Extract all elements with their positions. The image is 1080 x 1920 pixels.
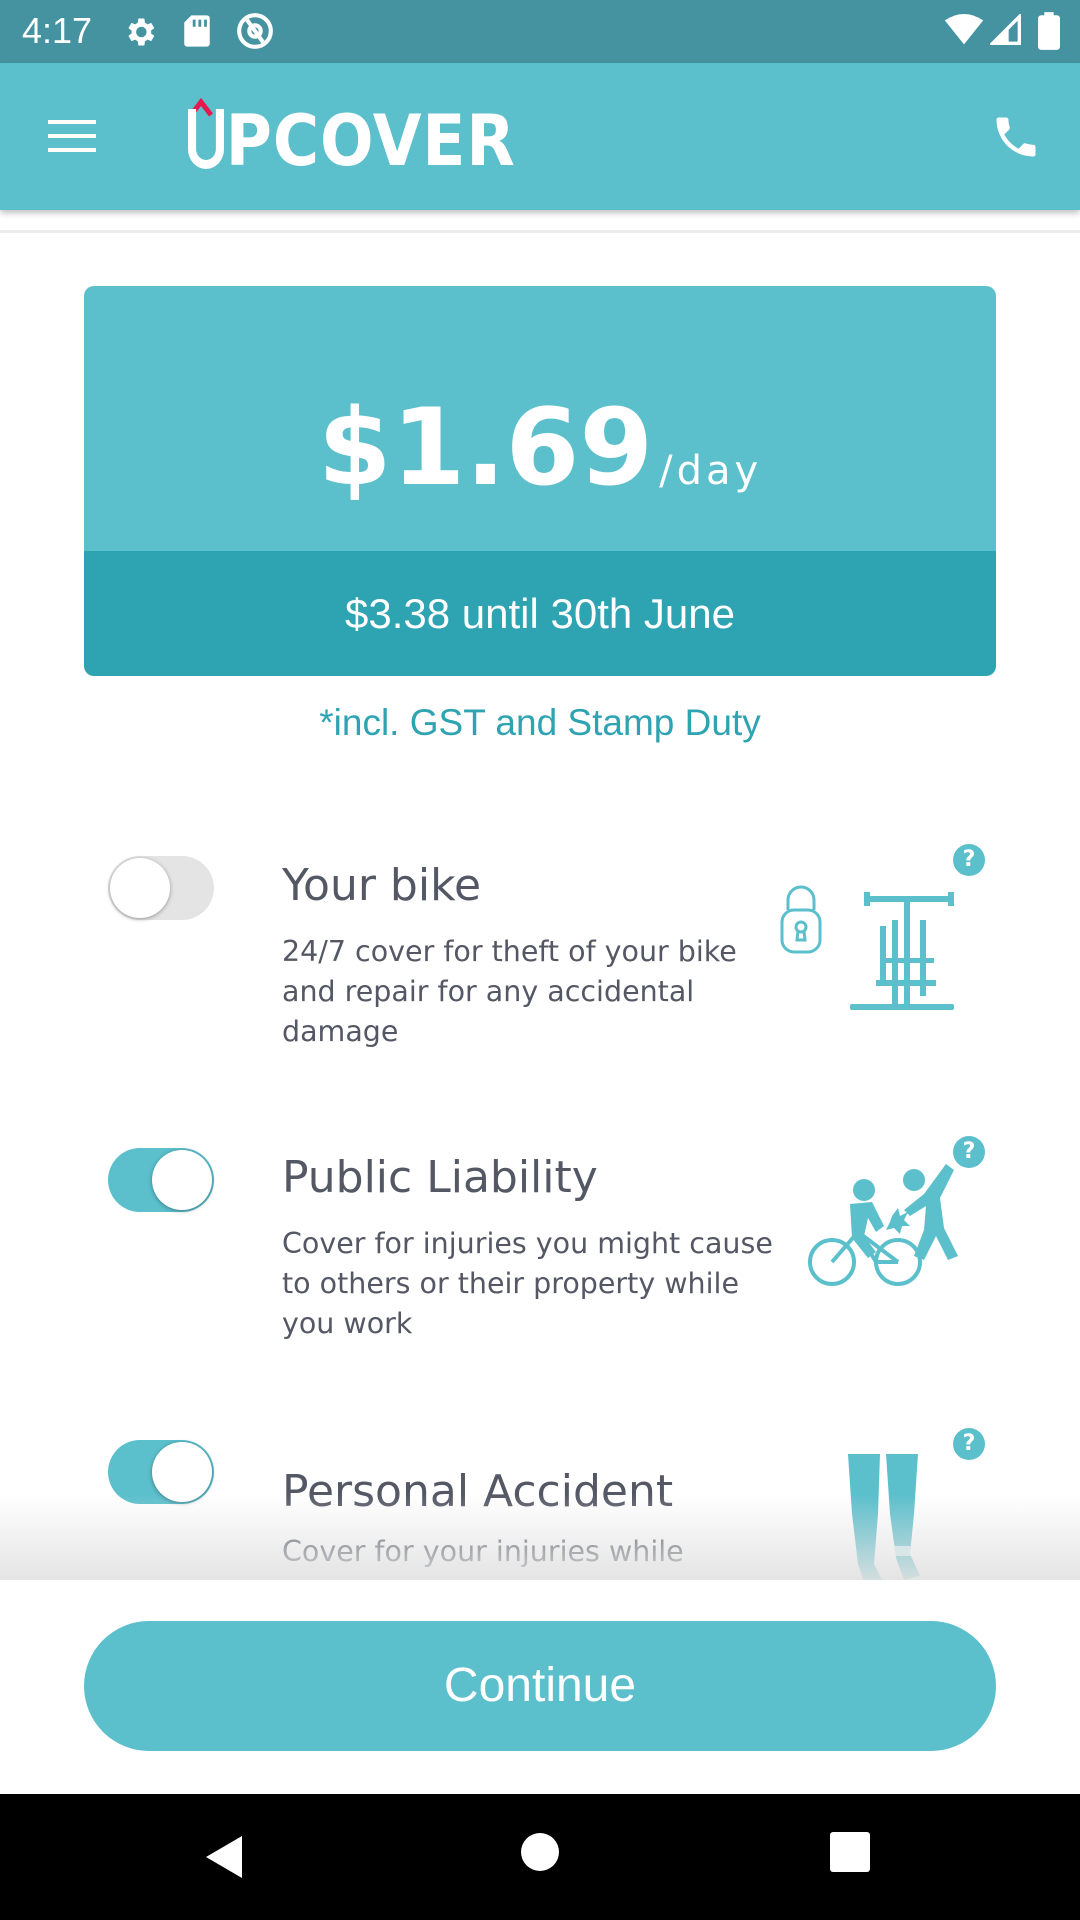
help-icon[interactable]: ? <box>953 1428 985 1460</box>
upcover-logo: PCOVER <box>188 97 552 181</box>
at-sign-icon <box>237 13 273 49</box>
gst-note: *incl. GST and Stamp Duty <box>319 702 761 743</box>
cover-item-public-liability: Public Liability Cover for injuries you … <box>0 1112 1080 1372</box>
cover-title: Personal Accident <box>282 1466 674 1517</box>
cover-item-your-bike: Your bike 24/7 cover for theft of your b… <box>0 820 1080 1070</box>
menu-icon[interactable] <box>46 118 100 154</box>
logo-u-letter <box>188 109 224 169</box>
price-unit: /day <box>659 448 763 494</box>
bottom-panel: Continue <box>0 1580 1080 1794</box>
status-time: 4:17 <box>22 10 93 51</box>
home-icon[interactable] <box>520 1832 560 1872</box>
toggle-knob <box>110 858 170 918</box>
status-bar: 4:17 <box>0 0 1080 63</box>
wifi-icon <box>944 14 984 45</box>
price-daily-section: $1.69/day <box>84 286 996 551</box>
signal-icon <box>990 14 1021 45</box>
recents-icon[interactable] <box>830 1832 870 1872</box>
public-liability-toggle[interactable] <box>108 1148 214 1212</box>
back-icon[interactable] <box>204 1834 244 1880</box>
battery-icon <box>1038 12 1060 50</box>
injured-legs-icon <box>848 1454 920 1582</box>
cover-title: Public Liability <box>282 1152 598 1203</box>
settings-gear-icon <box>128 18 155 46</box>
cover-title: Your bike <box>282 860 482 911</box>
your-bike-toggle[interactable] <box>108 856 214 920</box>
app-bar: PCOVER <box>0 63 1080 210</box>
cover-description: 24/7 cover for theft of your bike and re… <box>282 935 737 1048</box>
system-nav-bar <box>0 1794 1080 1920</box>
personal-accident-toggle[interactable] <box>108 1440 214 1504</box>
header-divider <box>0 230 1080 233</box>
price-amount: $1.69 <box>317 386 654 509</box>
continue-button[interactable]: Continue <box>84 1621 996 1751</box>
cyclist-collision-icon <box>808 1164 958 1286</box>
price-card: $1.69/day $3.38 until 30th June <box>84 286 996 676</box>
daily-price: $1.69/day <box>84 386 996 509</box>
toggle-knob <box>152 1442 212 1502</box>
cover-item-personal-accident: Personal Accident Cover for your injurie… <box>0 1404 1080 1584</box>
cover-description: Cover for your injuries while <box>282 1535 684 1568</box>
help-icon[interactable]: ? <box>953 844 985 876</box>
phone-icon[interactable] <box>990 111 1042 163</box>
price-until: $3.38 until 30th June <box>84 551 996 676</box>
toggle-knob <box>152 1150 212 1210</box>
cover-description: Cover for injuries you might cause to ot… <box>282 1227 773 1340</box>
logo-text: PCOVER <box>188 101 516 181</box>
bike-lock-icon <box>780 885 954 1010</box>
sd-card-icon <box>184 15 210 47</box>
